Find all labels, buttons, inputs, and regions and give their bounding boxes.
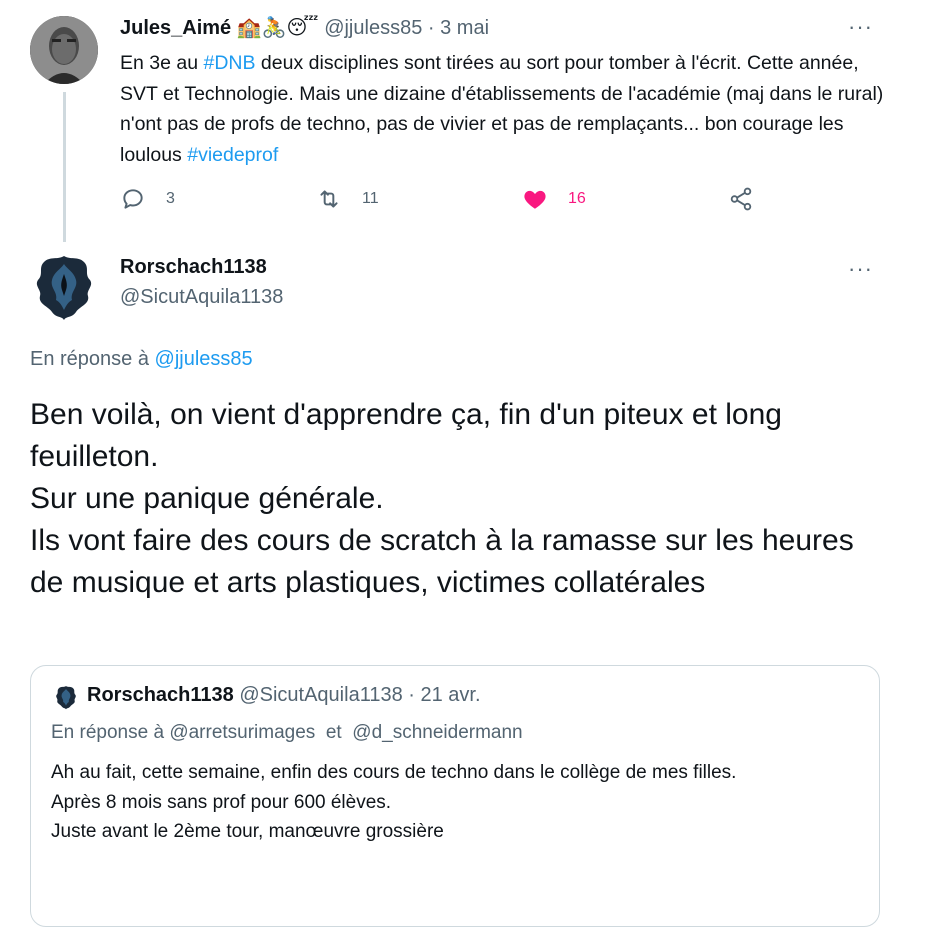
quote-reply-to-2: @d_schneidermann — [352, 722, 523, 743]
retweet-count: 11 — [362, 190, 379, 207]
quote-text-line: Ah au fait, cette semaine, enfin des cou… — [51, 762, 737, 783]
quote-text: Ah au fait, cette semaine, enfin des cou… — [51, 758, 851, 847]
quote-author-name: Rorschach1138 — [87, 684, 234, 706]
tweet2-text: Ben voilà, on vient d'apprendre ça, fin … — [30, 394, 890, 604]
like-button[interactable]: 16 — [522, 186, 586, 212]
avatar-jules[interactable] — [30, 16, 98, 84]
quote-reply-and: et — [315, 722, 353, 743]
reply-button[interactable]: 3 — [120, 186, 175, 212]
quote-text-line: Après 8 mois sans prof pour 600 élèves. — [51, 791, 392, 813]
quote-separator: · — [408, 684, 415, 706]
tweet1-text-part: En 3e au — [120, 52, 204, 74]
like-count: 16 — [568, 190, 586, 207]
quote-reply-to-1: @arretsurimages — [169, 722, 316, 743]
hashtag-viedeprof[interactable]: #viedeprof — [187, 144, 278, 166]
quoted-tweet-card[interactable]: Rorschach1138 @SicutAquila1138 · 21 avr.… — [30, 665, 880, 927]
reply-count: 3 — [166, 190, 175, 207]
tweet1-author-name[interactable]: Jules_Aimé — [120, 17, 231, 39]
hashtag-dnb[interactable]: #DNB — [203, 52, 255, 74]
tweet1-handle[interactable]: @jjuless85 — [324, 17, 422, 39]
tweet1-separator: · — [427, 17, 435, 39]
tweet2-text-line: Ben voilà, on vient d'apprendre ça, fin … — [30, 398, 782, 473]
quote-avatar — [53, 684, 79, 710]
quote-header: Rorschach1138 @SicutAquila1138 · 21 avr. — [87, 684, 481, 707]
tweet2-text-line: Sur une panique générale. — [30, 482, 384, 515]
tweet2-text-line: Ils vont faire des cours de scratch à la… — [30, 524, 854, 599]
heart-filled-icon — [524, 190, 546, 209]
thread-connector-line — [63, 92, 66, 242]
quote-text-line: Juste avant le 2ème tour, manœuvre gross… — [51, 821, 444, 842]
tweet2-reply-context: En réponse à @jjuless85 — [30, 348, 253, 371]
tweet1-more-button[interactable]: ··· — [848, 14, 873, 40]
tweet1-text: En 3e au #DNB deux disciplines sont tiré… — [120, 48, 900, 170]
avatar-rorschach[interactable] — [30, 250, 98, 322]
tweet2-more-button[interactable]: ··· — [848, 256, 873, 282]
retweet-icon — [320, 190, 338, 208]
tweet2-handle[interactable]: @SicutAquila1138 — [120, 286, 283, 309]
tweet2-author-name[interactable]: Rorschach1138 — [120, 256, 267, 279]
tweet1-header: Jules_Aimé 🏫🚴😴 @jjuless85 · 3 mai — [120, 14, 489, 42]
tweet1-name-emojis: 🏫🚴😴 — [236, 17, 319, 39]
quote-handle: @SicutAquila1138 — [239, 684, 403, 706]
reply-to-mention[interactable]: @jjuless85 — [155, 348, 253, 370]
share-icon — [730, 187, 752, 211]
quote-reply-prefix: En réponse à — [51, 722, 170, 743]
reply-prefix: En réponse à — [30, 348, 155, 370]
tweet1-date[interactable]: 3 mai — [440, 17, 489, 39]
retweet-button[interactable]: 11 — [316, 186, 379, 212]
reply-icon — [123, 189, 143, 209]
quote-date: 21 avr. — [420, 684, 481, 706]
tweet1-action-bar: 3 11 16 — [120, 186, 760, 216]
share-button[interactable] — [728, 186, 754, 212]
quote-reply-context: En réponse à @arretsurimages et @d_schne… — [51, 722, 523, 744]
